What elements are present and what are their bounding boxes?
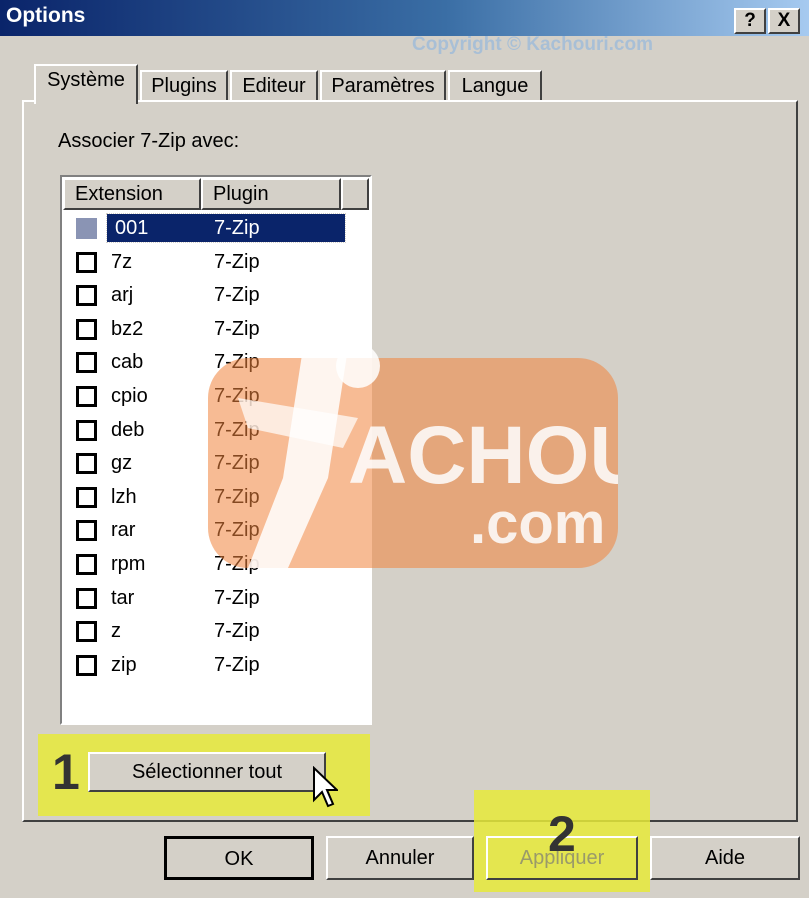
select-all-button[interactable]: Sélectionner tout <box>88 752 326 792</box>
plugin-label: 7-Zip <box>214 620 260 643</box>
plugin-label: 7-Zip <box>214 653 260 676</box>
extension-label: 001 <box>109 215 155 241</box>
association-checkbox[interactable] <box>76 453 97 475</box>
plugin-label: 7-Zip <box>214 284 260 307</box>
tab-parametres[interactable]: Paramètres <box>320 70 446 102</box>
tab-plugins[interactable]: Plugins <box>140 70 228 102</box>
list-item[interactable]: zip 7-Zip <box>64 649 367 682</box>
ok-button[interactable]: OK <box>164 836 314 880</box>
extension-label: bz2 <box>111 317 144 340</box>
tab-systeme[interactable]: Système <box>34 64 138 104</box>
step2-number: 2 <box>548 806 576 862</box>
step1-number: 1 <box>52 744 80 800</box>
extension-label: tar <box>111 586 135 609</box>
column-header-plugin[interactable]: Plugin <box>201 178 341 210</box>
list-item[interactable]: 001 7-Zip <box>64 212 367 245</box>
list-item[interactable]: z 7-Zip <box>64 615 367 648</box>
extension-label: arj <box>111 284 134 307</box>
association-checkbox[interactable] <box>76 386 97 407</box>
extension-label: cpio <box>111 385 148 407</box>
association-checkbox[interactable] <box>76 654 97 676</box>
tab-langue[interactable]: Langue <box>448 70 542 102</box>
associate-label: Associer 7-Zip avec: <box>58 130 240 152</box>
association-checkbox[interactable] <box>76 486 97 508</box>
window-title: Options <box>6 4 86 27</box>
association-checkbox[interactable] <box>76 520 97 542</box>
list-item[interactable]: arj 7-Zip <box>64 279 367 312</box>
association-checkbox[interactable] <box>76 621 97 643</box>
logo-text: ACHOURI <box>348 410 618 501</box>
extension-label: z <box>111 620 121 643</box>
help-button[interactable]: ? <box>734 8 766 34</box>
association-checkbox[interactable] <box>76 318 97 340</box>
association-checkbox[interactable] <box>76 554 97 575</box>
extension-label: cab <box>111 351 144 374</box>
association-checkbox[interactable] <box>76 587 97 609</box>
mouse-cursor-icon <box>313 766 338 808</box>
association-checkbox[interactable] <box>76 352 97 374</box>
list-item[interactable]: tar 7-Zip <box>64 582 367 615</box>
extension-label: rar <box>111 519 136 542</box>
association-checkbox[interactable] <box>76 419 97 441</box>
association-checkbox[interactable] <box>76 251 97 273</box>
tab-editeur[interactable]: Editeur <box>230 70 318 102</box>
close-button[interactable]: X <box>768 8 800 34</box>
plugin-label: 7-Zip <box>214 586 260 609</box>
cancel-button[interactable]: Annuler <box>326 836 474 880</box>
column-header-extension[interactable]: Extension <box>63 178 201 210</box>
column-header-filler <box>341 178 369 210</box>
association-checkbox[interactable] <box>76 218 97 239</box>
plugin-label: 7-Zip <box>214 250 260 273</box>
help-footer-button[interactable]: Aide <box>650 836 800 880</box>
extension-label: lzh <box>111 485 137 508</box>
plugin-label: 7-Zip <box>214 217 260 239</box>
copyright-watermark: Copyright © Kachouri.com <box>412 34 653 55</box>
extension-label: gz <box>111 452 133 475</box>
kachouri-logo-watermark: ACHOURI .com <box>208 344 618 568</box>
logo-domain: .com <box>470 491 605 556</box>
association-checkbox[interactable] <box>76 285 97 307</box>
title-bar[interactable] <box>0 0 809 36</box>
extension-label: rpm <box>111 553 146 575</box>
list-item[interactable]: 7z 7-Zip <box>64 246 367 279</box>
extension-label: 7z <box>111 250 133 273</box>
extension-label: zip <box>111 653 137 676</box>
extension-label: deb <box>111 418 145 441</box>
